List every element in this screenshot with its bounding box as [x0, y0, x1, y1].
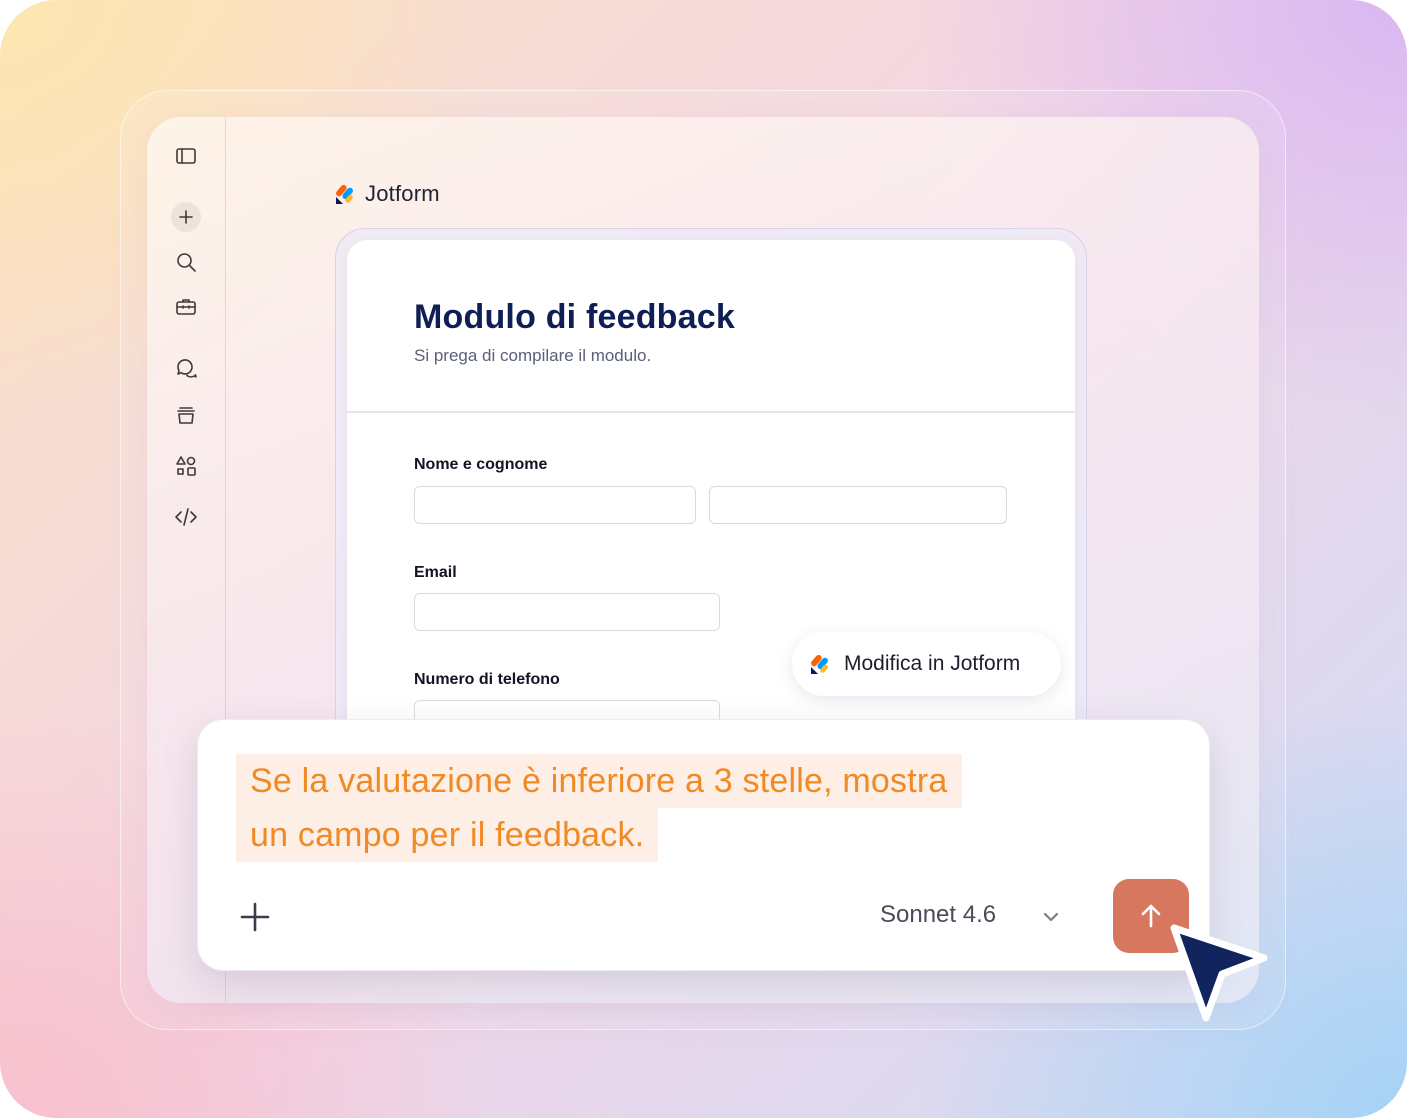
- chevron-down-icon[interactable]: [1040, 906, 1062, 928]
- model-selector[interactable]: Sonnet 4.6: [880, 901, 996, 929]
- add-attachment-icon[interactable]: [238, 900, 272, 934]
- email-label: Email: [414, 564, 457, 581]
- form-subtitle: Si prega di compilare il modulo.: [414, 346, 652, 365]
- brand-name: Jotform: [365, 181, 440, 206]
- toolbox-icon[interactable]: [171, 292, 201, 322]
- last-name-input[interactable]: [709, 486, 1007, 524]
- sidebar-toggle-icon[interactable]: [171, 141, 201, 171]
- name-label: Nome e cognome: [414, 456, 548, 473]
- form-divider: [347, 411, 1075, 413]
- code-icon[interactable]: [171, 502, 201, 532]
- first-name-input[interactable]: [414, 486, 696, 524]
- prompt-text-line-1: Se la valutazione è inferiore a 3 stelle…: [236, 754, 962, 808]
- prompt-composer[interactable]: Se la valutazione è inferiore a 3 stelle…: [197, 719, 1210, 971]
- archive-icon[interactable]: [171, 400, 201, 430]
- prompt-text-line-2: un campo per il feedback.: [236, 808, 659, 862]
- form-title: Modulo di feedback: [414, 298, 735, 336]
- email-input[interactable]: [414, 593, 720, 631]
- phone-label: Numero di telefono: [414, 671, 560, 688]
- mouse-pointer-icon: [1170, 924, 1268, 1022]
- jotform-logo-icon: [811, 654, 828, 674]
- background-canvas: Jotform Modulo di feedback Si prega di c…: [0, 0, 1407, 1118]
- search-icon[interactable]: [171, 247, 201, 277]
- chat-icon[interactable]: [171, 353, 201, 383]
- brand-header: Jotform: [335, 180, 440, 208]
- edit-in-jotform-button[interactable]: Modifica in Jotform: [792, 632, 1061, 696]
- edit-button-label: Modifica in Jotform: [844, 652, 1021, 675]
- shapes-icon[interactable]: [171, 451, 201, 481]
- plus-icon[interactable]: [171, 202, 201, 232]
- jotform-logo-icon: [336, 184, 353, 204]
